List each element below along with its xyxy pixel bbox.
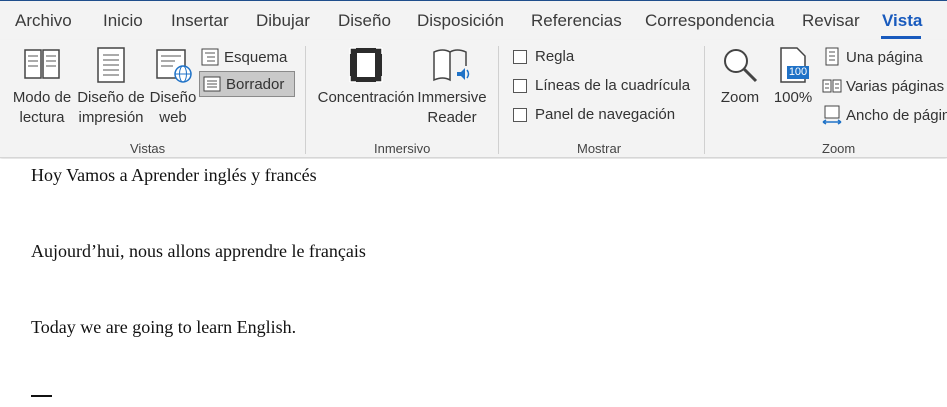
web-layout-label-2: web xyxy=(159,109,187,126)
ribbon-panel: Modo de lectura Diseño de impresión Dise… xyxy=(0,40,947,158)
zoom-button[interactable]: Zoom xyxy=(715,40,765,138)
tab-archivo[interactable]: Archivo xyxy=(15,11,72,31)
draft-label: Borrador xyxy=(226,75,285,93)
reading-mode-label-1: Modo de xyxy=(12,89,72,106)
page-width-button[interactable]: Ancho de págin xyxy=(822,102,947,128)
print-layout-button[interactable]: Diseño de impresión xyxy=(76,40,146,138)
group-label-zoom: Zoom xyxy=(822,141,856,156)
ruler-checkbox[interactable]: Regla xyxy=(513,48,574,65)
ruler-label: Regla xyxy=(535,48,575,65)
paragraph[interactable]: Today we are going to learn English. xyxy=(31,317,296,338)
active-tab-indicator xyxy=(881,36,921,39)
multiple-pages-label: Varias páginas xyxy=(846,77,945,95)
group-separator xyxy=(704,46,705,154)
reading-mode-label-2: lectura xyxy=(19,109,65,126)
focus-icon xyxy=(348,46,384,90)
one-page-button[interactable]: Una página xyxy=(822,44,947,70)
focus-button[interactable]: Concentración xyxy=(316,40,416,138)
draft-button[interactable]: Borrador xyxy=(199,71,295,97)
immersive-reader-icon xyxy=(431,46,473,90)
paragraph[interactable]: Aujourd’hui, nous allons apprendre le fr… xyxy=(31,241,366,262)
nav-pane-checkbox-box[interactable] xyxy=(513,107,527,122)
print-layout-icon xyxy=(96,46,126,90)
outline-button[interactable]: Esquema xyxy=(200,44,296,70)
group-separator xyxy=(498,46,499,154)
ruler-checkbox-box[interactable] xyxy=(513,49,527,64)
ribbon-tab-bar: Archivo Inicio Insertar Dibujar Diseño D… xyxy=(0,0,947,40)
tab-inicio[interactable]: Inicio xyxy=(103,11,143,31)
zoom-label: Zoom xyxy=(720,89,760,106)
web-layout-label-1: Diseño xyxy=(149,89,197,106)
print-layout-label-2: impresión xyxy=(78,109,144,126)
zoom-100-badge: 100 xyxy=(788,66,808,78)
document-canvas[interactable]: Hoy Vamos a Aprender inglés y francés Au… xyxy=(0,159,947,407)
one-page-label: Una página xyxy=(846,48,923,66)
gridlines-label: Líneas de la cuadrícula xyxy=(535,77,691,94)
multiple-pages-icon xyxy=(822,76,842,96)
immersive-reader-button[interactable]: Immersive Reader xyxy=(416,40,488,138)
reading-mode-button[interactable]: Modo de lectura xyxy=(6,40,78,138)
gridlines-checkbox[interactable]: Líneas de la cuadrícula xyxy=(513,77,690,94)
web-layout-icon xyxy=(153,46,193,90)
group-separator xyxy=(305,46,306,154)
group-label-vistas: Vistas xyxy=(130,141,166,156)
page-width-icon xyxy=(822,105,842,125)
tab-insertar[interactable]: Insertar xyxy=(171,11,229,31)
tab-diseno[interactable]: Diseño xyxy=(338,11,391,31)
tab-revisar[interactable]: Revisar xyxy=(802,11,860,31)
tab-dibujar[interactable]: Dibujar xyxy=(256,11,310,31)
print-layout-label-1: Diseño de xyxy=(77,89,145,106)
page-width-label: Ancho de págin xyxy=(846,106,947,124)
gridlines-checkbox-box[interactable] xyxy=(513,78,527,93)
reading-mode-icon xyxy=(23,46,61,88)
group-label-inmersivo: Inmersivo xyxy=(374,141,431,156)
zoom-100-button[interactable]: 100 100% xyxy=(770,40,816,138)
outline-icon xyxy=(200,47,220,67)
draft-icon xyxy=(202,74,222,94)
immersive-reader-label-1: Immersive xyxy=(417,89,487,106)
multiple-pages-button[interactable]: Varias páginas xyxy=(822,73,947,99)
tab-referencias[interactable]: Referencias xyxy=(531,11,622,31)
focus-label: Concentración xyxy=(317,89,415,106)
web-layout-button[interactable]: Diseño web xyxy=(147,40,199,138)
group-label-mostrar: Mostrar xyxy=(577,141,622,156)
tab-disposicion[interactable]: Disposición xyxy=(417,11,504,31)
one-page-icon xyxy=(822,47,842,67)
text-cursor-marker xyxy=(31,395,52,397)
immersive-reader-label-2: Reader xyxy=(427,109,477,126)
tab-correspondencia[interactable]: Correspondencia xyxy=(645,11,774,31)
outline-label: Esquema xyxy=(224,48,288,66)
zoom-100-label: 100% xyxy=(773,89,813,106)
paragraph[interactable]: Hoy Vamos a Aprender inglés y francés xyxy=(31,165,317,186)
page-100-icon: 100 xyxy=(777,46,809,84)
magnifier-icon xyxy=(721,46,759,90)
nav-pane-checkbox[interactable]: Panel de navegación xyxy=(513,106,675,123)
nav-pane-label: Panel de navegación xyxy=(535,106,676,123)
tab-vista[interactable]: Vista xyxy=(882,11,922,31)
